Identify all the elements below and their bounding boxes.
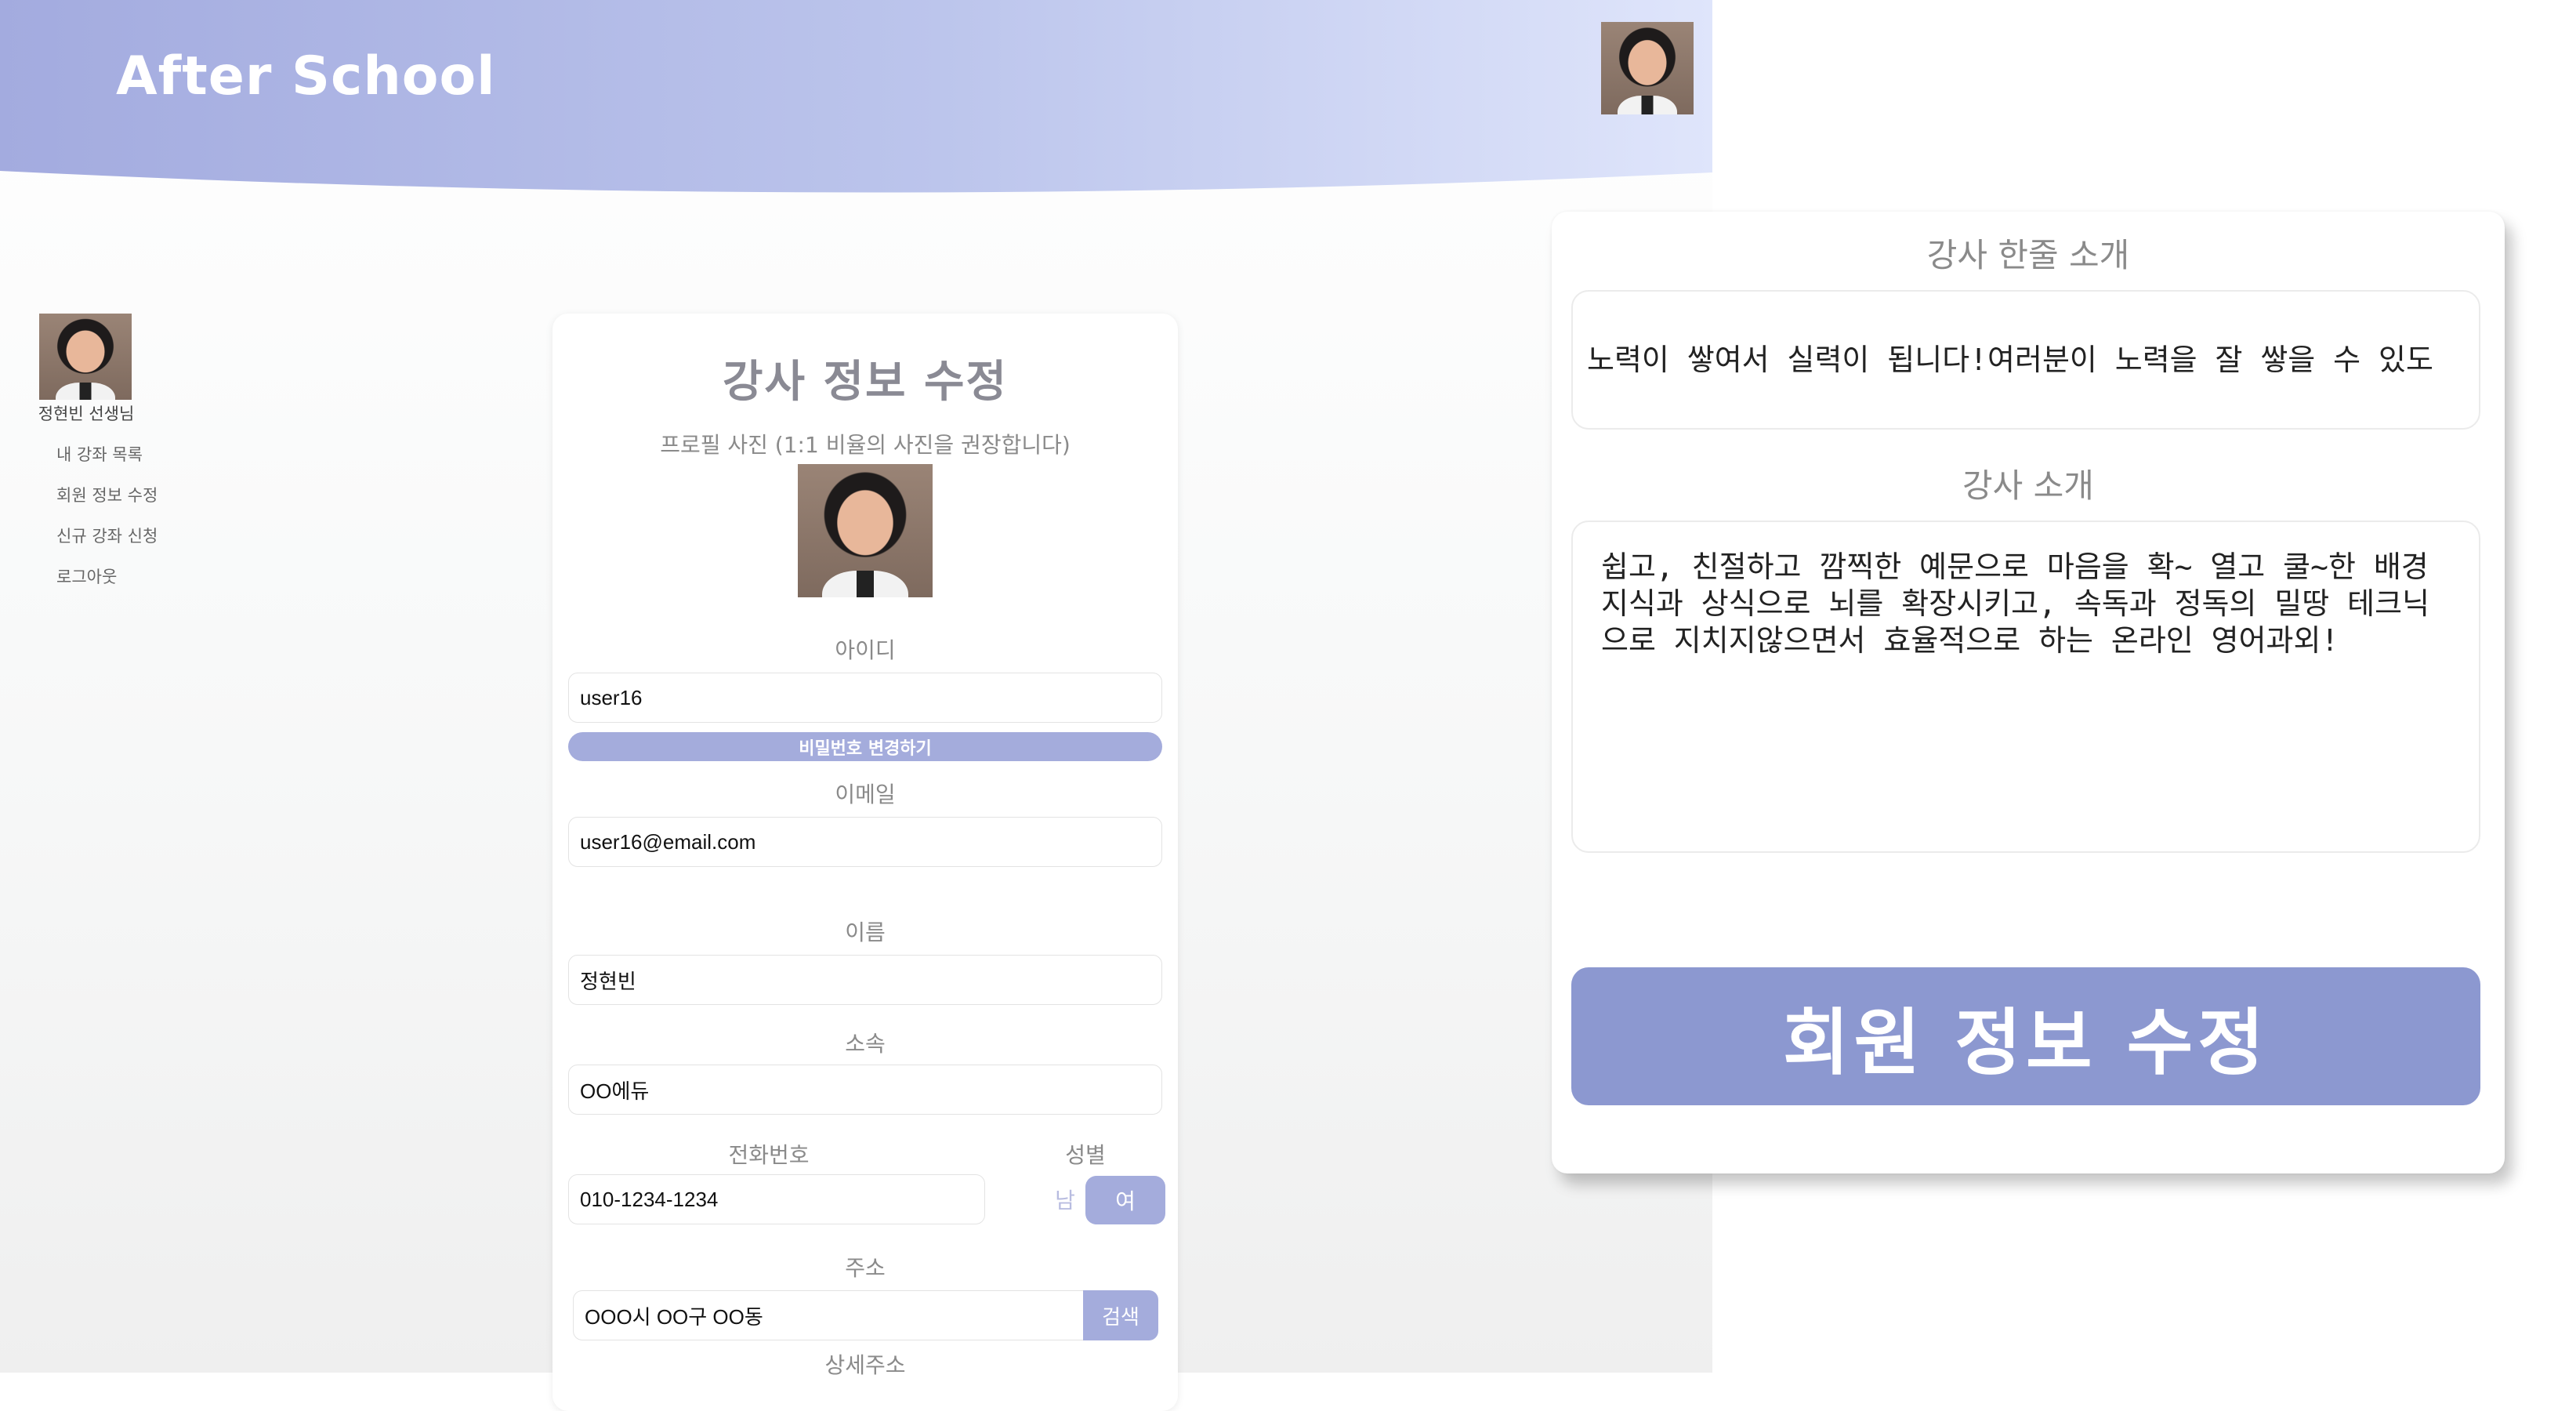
name-input[interactable] (568, 955, 1162, 1005)
id-input[interactable] (568, 673, 1162, 723)
sidebar-item-edit-profile[interactable]: 회원 정보 수정 (56, 478, 158, 519)
affiliation-label: 소속 (845, 1031, 886, 1057)
sidebar-item-new-course[interactable]: 신규 강좌 신청 (56, 519, 158, 560)
intro-textarea[interactable]: 쉽고, 친절하고 깜찍한 예문으로 마음을 확~ 열고 쿨~한 배경지식과 상식… (1571, 521, 2480, 853)
gender-female-option[interactable]: 여 (1085, 1176, 1165, 1224)
phone-label: 전화번호 (728, 1142, 810, 1168)
name-label: 이름 (845, 920, 886, 945)
address-search-button[interactable]: 검색 (1083, 1290, 1158, 1340)
profile-photo-upload[interactable] (798, 464, 933, 597)
gender-label: 성별 (1065, 1142, 1106, 1168)
detail-address-label: 상세주소 (824, 1352, 906, 1378)
instructor-intro-card: 강사 한줄 소개 노력이 쌓여서 실력이 됩니다!여러분이 노력을 잘 쌓을 수… (1552, 212, 2505, 1173)
id-label: 아이디 (835, 637, 896, 663)
sidebar-menu: 내 강좌 목록 회원 정보 수정 신규 강좌 신청 로그아웃 (56, 437, 158, 600)
photo-hint: 프로필 사진 (1:1 비율의 사진을 권장합니다) (660, 432, 1071, 458)
address-label: 주소 (845, 1255, 886, 1281)
form-title: 강사 정보 수정 (722, 357, 1009, 408)
submit-profile-button[interactable]: 회원 정보 수정 (1571, 967, 2480, 1105)
affiliation-input[interactable] (568, 1065, 1162, 1115)
header-avatar[interactable] (1601, 22, 1694, 114)
intro-label: 강사 소개 (1962, 466, 2094, 505)
email-input[interactable] (568, 817, 1162, 867)
sidebar-user-name: 정현빈 선생님 (38, 404, 135, 423)
phone-input[interactable] (568, 1174, 985, 1224)
sidebar-avatar (39, 314, 132, 400)
sidebar-item-my-courses[interactable]: 내 강좌 목록 (56, 437, 158, 478)
change-password-button[interactable]: 비밀번호 변경하기 (568, 732, 1162, 761)
email-label: 이메일 (835, 782, 896, 807)
oneline-intro-input[interactable]: 노력이 쌓여서 실력이 됩니다!여러분이 노력을 잘 쌓을 수 있도 (1571, 290, 2480, 430)
app-title[interactable]: After School (116, 45, 495, 107)
address-input[interactable] (573, 1290, 1090, 1340)
instructor-form-card: 강사 정보 수정 프로필 사진 (1:1 비율의 사진을 권장합니다) 아이디 … (553, 314, 1178, 1411)
sidebar-item-logout[interactable]: 로그아웃 (56, 560, 158, 600)
oneline-intro-label: 강사 한줄 소개 (1926, 236, 2130, 274)
